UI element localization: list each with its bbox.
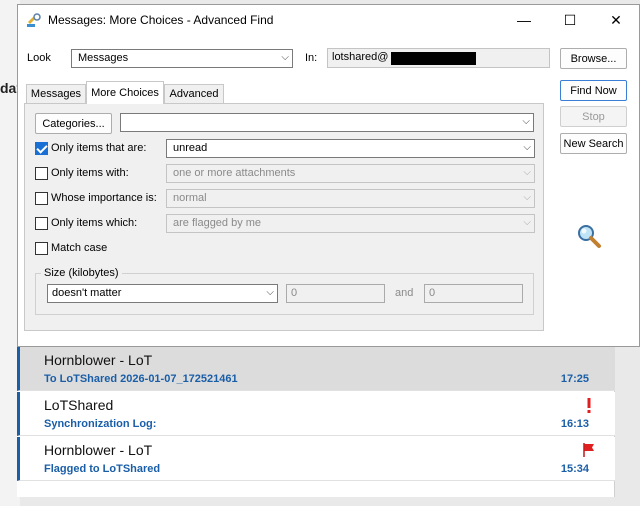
- tab-advanced[interactable]: Advanced: [164, 84, 224, 103]
- item-from: LoTShared: [44, 397, 114, 413]
- find-now-button[interactable]: Find Now: [560, 80, 627, 101]
- minimize-button[interactable]: —: [501, 5, 547, 35]
- match-case-checkbox[interactable]: [35, 242, 48, 255]
- in-label: In:: [305, 52, 318, 64]
- only-items-that-are-value: unread: [173, 142, 208, 154]
- chevron-down-icon: ⌵: [281, 52, 289, 63]
- list-item[interactable]: Hornblower - LoT To LoTShared 2026-01-07…: [17, 347, 615, 391]
- size-to-value: 0: [429, 287, 436, 299]
- close-button[interactable]: ✕: [593, 5, 639, 35]
- categories-field[interactable]: ⌵: [120, 113, 534, 132]
- in-field-value: lotshared@: [332, 51, 389, 63]
- more-choices-panel: Categories... ⌵ Only items that are: unr…: [24, 103, 544, 331]
- item-subject: Synchronization Log:: [44, 418, 157, 430]
- only-items-that-are-label: Only items that are:: [51, 142, 147, 154]
- chevron-down-icon: ⌵: [266, 287, 274, 298]
- title-bar: Messages: More Choices - Advanced Find —…: [18, 5, 639, 35]
- only-items-which-select: are flagged by me ⌵: [166, 214, 535, 233]
- only-items-with-value: one or more attachments: [173, 167, 296, 179]
- size-from-input[interactable]: 0: [286, 284, 385, 303]
- match-case-label: Match case: [51, 242, 108, 254]
- item-time: 17:25: [560, 373, 589, 385]
- size-condition-select[interactable]: doesn't matter ⌵: [47, 284, 278, 303]
- only-items-which-checkbox[interactable]: [35, 217, 48, 230]
- advanced-find-icon: [27, 13, 41, 27]
- in-field: lotshared@: [327, 48, 550, 68]
- new-search-button[interactable]: New Search: [560, 133, 627, 154]
- size-from-value: 0: [291, 287, 298, 299]
- item-from: Hornblower - LoT: [44, 442, 153, 458]
- item-subject: Flagged to LoTShared: [44, 463, 161, 475]
- only-items-with-label: Only items with:: [51, 167, 129, 179]
- whose-importance-select: normal ⌵: [166, 189, 535, 208]
- look-label: Look: [27, 52, 51, 64]
- chevron-down-icon: ⌵: [522, 116, 530, 127]
- whose-importance-label: Whose importance is:: [51, 192, 157, 204]
- item-from: Hornblower - LoT: [44, 352, 153, 368]
- whose-importance-value: normal: [173, 192, 207, 204]
- size-group-title: Size (kilobytes): [41, 267, 122, 279]
- list-item[interactable]: Hornblower - LoT Flagged to LoTShared 15…: [17, 437, 615, 481]
- only-items-that-are-checkbox[interactable]: [35, 142, 48, 155]
- chevron-down-icon: ⌵: [523, 142, 531, 153]
- chevron-down-icon: ⌵: [523, 192, 531, 203]
- stop-button: Stop: [560, 106, 627, 127]
- tab-messages[interactable]: Messages: [26, 84, 86, 103]
- only-items-with-select: one or more attachments ⌵: [166, 164, 535, 183]
- only-items-which-value: are flagged by me: [173, 217, 262, 229]
- item-subject: To LoTShared 2026-01-07_172521461: [44, 373, 238, 385]
- redacted-block: [391, 52, 476, 65]
- look-select-value: Messages: [78, 52, 129, 64]
- list-item[interactable]: LoTShared Synchronization Log: 16:13: [17, 392, 615, 436]
- size-to-input[interactable]: 0: [424, 284, 523, 303]
- maximize-button[interactable]: ☐: [547, 5, 593, 35]
- only-items-that-are-select[interactable]: unread ⌵: [166, 139, 535, 158]
- advanced-find-dialog: Messages: More Choices - Advanced Find —…: [17, 4, 640, 347]
- categories-button[interactable]: Categories...: [35, 113, 112, 134]
- size-condition-value: doesn't matter: [52, 287, 122, 299]
- chevron-down-icon: ⌵: [523, 217, 531, 228]
- results-list: Hornblower - LoT To LoTShared 2026-01-07…: [17, 347, 615, 497]
- window-title: Messages: More Choices - Advanced Find: [48, 13, 274, 27]
- only-items-with-checkbox[interactable]: [35, 167, 48, 180]
- chevron-down-icon: ⌵: [523, 167, 531, 178]
- item-time: 16:13: [560, 418, 589, 430]
- size-and-label: and: [395, 287, 414, 299]
- item-time: 15:34: [560, 463, 589, 475]
- high-importance-icon: [587, 398, 591, 413]
- look-select[interactable]: Messages ⌵: [71, 49, 293, 68]
- flag-icon[interactable]: [581, 442, 597, 458]
- tab-more-choices[interactable]: More Choices: [86, 81, 164, 104]
- whose-importance-checkbox[interactable]: [35, 192, 48, 205]
- magnifier-icon: [578, 225, 601, 248]
- only-items-which-label: Only items which:: [51, 217, 138, 229]
- browse-button[interactable]: Browse...: [560, 48, 627, 69]
